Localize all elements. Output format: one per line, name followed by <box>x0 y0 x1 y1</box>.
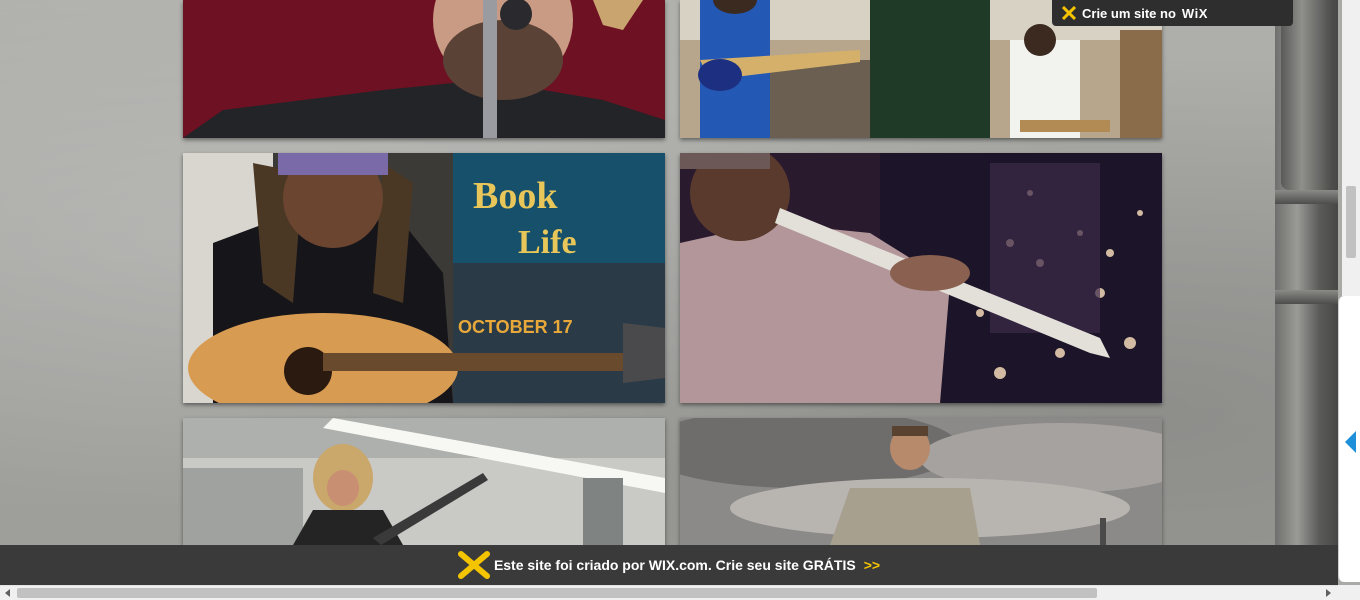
gallery-photo-saxophone[interactable] <box>680 153 1162 403</box>
photo-rock-guitarist-image <box>183 418 665 545</box>
wix-badge-brand: WiX <box>1181 5 1208 21</box>
chevron-left-icon <box>1345 431 1356 453</box>
poster-date: OCTOBER 17 <box>458 317 573 337</box>
horizontal-scrollbar[interactable] <box>0 585 1338 600</box>
wix-footer-message: Este site foi criado por WIX.com. Crie s… <box>493 557 856 573</box>
gallery-photo-singer[interactable] <box>183 0 665 138</box>
wix-star-icon <box>1062 6 1076 20</box>
photo-gallery: Book Life OCTOBER 17 <box>0 0 1338 545</box>
gallery-photo-guitar-singer[interactable]: Book Life OCTOBER 17 <box>183 153 665 403</box>
horizontal-scrollbar-thumb[interactable] <box>17 588 1097 598</box>
wix-footer-banner[interactable]: Este site foi criado por WIX.com. Crie s… <box>0 545 1338 585</box>
wix-logo-icon <box>457 551 490 579</box>
photo-singer-image <box>183 0 665 138</box>
gallery-photo-rock-guitarist[interactable] <box>183 418 665 545</box>
scroll-left-icon[interactable] <box>5 589 10 597</box>
poster-title-life: Life <box>518 224 577 261</box>
wix-create-site-badge[interactable]: Crie um site no WiX <box>1052 0 1293 26</box>
photo-guitar-singer-image: Book Life OCTOBER 17 <box>183 153 665 403</box>
poster-title-book: Book <box>473 175 558 217</box>
vertical-scrollbar-thumb[interactable] <box>1346 186 1356 258</box>
photo-cloudy-skyline-image <box>680 418 1162 545</box>
gallery-photo-cloudy-skyline[interactable] <box>680 418 1162 545</box>
wix-badge-text: Crie um site no <box>1082 5 1176 21</box>
wix-footer-cta[interactable]: >> <box>864 557 880 573</box>
vertical-scrollbar[interactable] <box>1342 0 1360 296</box>
scrollbar-corner <box>1338 585 1360 600</box>
scroll-right-icon[interactable] <box>1326 589 1331 597</box>
photo-saxophone-image <box>680 153 1162 403</box>
side-panel-toggle[interactable] <box>1338 296 1360 582</box>
